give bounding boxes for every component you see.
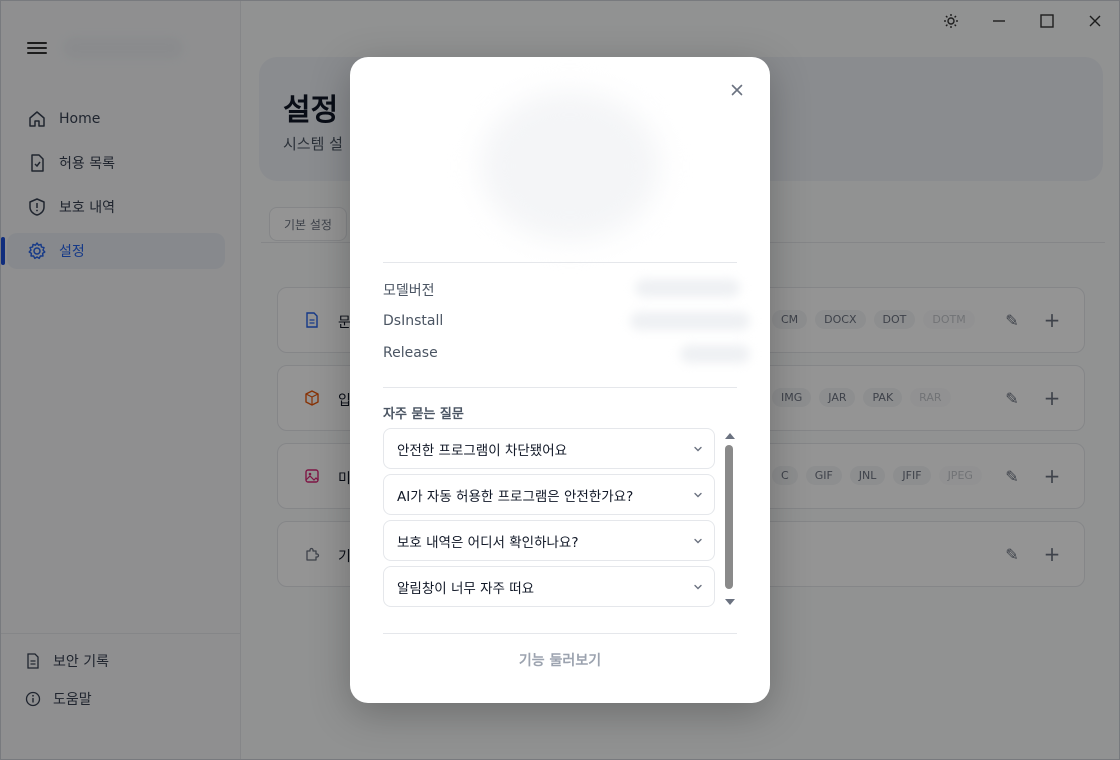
divider [383,387,737,388]
faq-scrollbar[interactable] [723,431,735,607]
faq-item[interactable]: 안전한 프로그램이 차단됐어요 [383,428,715,469]
faq-question: 알림창이 너무 자주 떠요 [397,580,535,597]
chevron-down-icon [694,492,702,497]
faq-item[interactable]: AI가 자동 허용한 프로그램은 안전한가요? [383,474,715,515]
scroll-down-icon[interactable] [725,599,735,605]
release-value [680,345,750,363]
faq-question: AI가 자동 허용한 프로그램은 안전한가요? [397,488,634,505]
faq-heading: 자주 묻는 질문 [383,407,464,422]
dsinstall-label: DsInstall [383,313,444,329]
feature-tour-button[interactable]: 기능 둘러보기 [383,643,737,677]
divider [383,633,737,634]
faq-list: 안전한 프로그램이 차단됐어요 AI가 자동 허용한 프로그램은 안전한가요? … [383,428,715,612]
dsinstall-value [630,312,750,330]
model-version-label: 모델버전 [383,283,435,299]
chevron-down-icon [694,446,702,451]
divider [383,262,737,263]
scrollbar-thumb[interactable] [725,445,733,589]
close-icon[interactable] [728,81,746,99]
release-label: Release [383,345,438,361]
chevron-down-icon [694,538,702,543]
model-version-value [635,279,740,297]
about-dialog: 모델버전 DsInstall Release 자주 묻는 질문 안전한 프로그램… [350,57,770,703]
app-logo [480,91,660,241]
chevron-down-icon [694,584,702,589]
faq-item[interactable]: 알림창이 너무 자주 떠요 [383,566,715,607]
faq-question: 보호 내역은 어디서 확인하나요? [397,534,579,551]
scroll-up-icon[interactable] [725,433,735,439]
faq-item[interactable]: 보호 내역은 어디서 확인하나요? [383,520,715,561]
faq-question: 안전한 프로그램이 차단됐어요 [397,442,568,459]
